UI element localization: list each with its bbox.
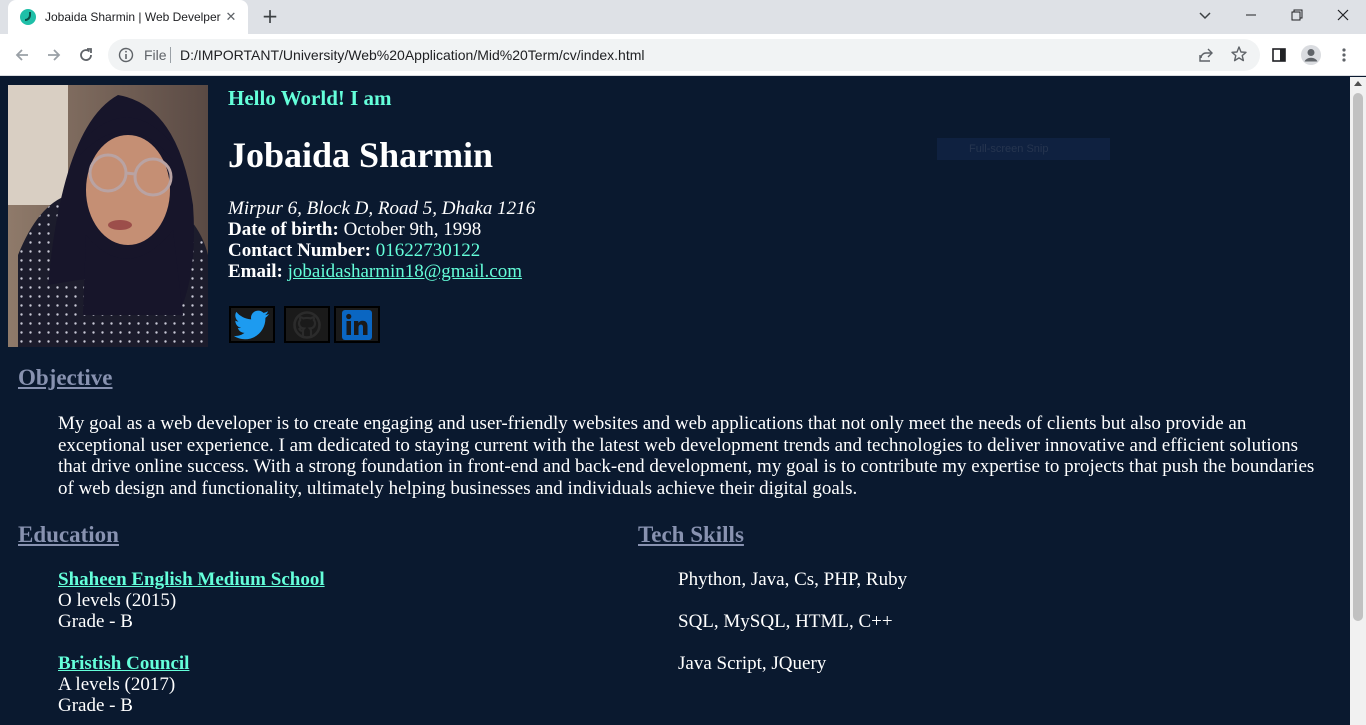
contact-label: Contact Number:: [228, 240, 372, 261]
page-viewport: Hello World! I am Jobaida Sharmin Mirpur…: [0, 77, 1350, 725]
more-menu-icon[interactable]: [1332, 43, 1356, 67]
skill-item: SQL, MySQL, HTML, C++: [678, 611, 893, 632]
bookmark-star-icon[interactable]: [1230, 45, 1248, 63]
dob-line: Date of birth: October 9th, 1998: [228, 219, 535, 240]
scrollbar-thumb[interactable]: [1353, 93, 1363, 621]
school-link[interactable]: Shaheen English Medium School: [58, 569, 325, 590]
address-bar[interactable]: File D:/IMPORTANT/University/Web%20Appli…: [108, 39, 1260, 71]
tab-search-chevron-down-icon[interactable]: [1182, 0, 1228, 30]
close-window-icon[interactable]: [1320, 0, 1366, 30]
education-grade: Grade - B: [58, 695, 133, 716]
email-label: Email:: [228, 261, 283, 282]
email-link[interactable]: jobaidasharmin18@gmail.com: [288, 261, 522, 282]
toolbar: File D:/IMPORTANT/University/Web%20Appli…: [0, 34, 1366, 76]
scroll-up-arrow-icon[interactable]: [1354, 81, 1362, 86]
minimize-icon[interactable]: [1228, 0, 1274, 30]
skill-item: Java Script, JQuery: [678, 653, 827, 674]
divider: [170, 47, 171, 63]
skill-item: Phython, Java, Cs, PHP, Ruby: [678, 569, 908, 590]
snip-overlay: Full-screen Snip: [937, 138, 1110, 160]
site-favicon-icon: [20, 9, 36, 25]
share-icon[interactable]: [1198, 47, 1214, 63]
greeting-text: Hello World! I am: [228, 86, 392, 110]
dob-label: Date of birth:: [228, 219, 339, 240]
education-heading: Education: [18, 522, 119, 547]
url-scheme-label: File: [144, 47, 167, 63]
restore-icon[interactable]: [1274, 0, 1320, 30]
contact-line: Contact Number: 01622730122: [228, 240, 535, 261]
side-panel-icon[interactable]: [1267, 43, 1291, 67]
twitter-icon: [234, 310, 269, 339]
linkedin-icon: [342, 309, 372, 340]
github-link[interactable]: [284, 306, 330, 343]
objective-text: My goal as a web developer is to create …: [58, 413, 1315, 499]
education-level: A levels (2017): [58, 674, 176, 695]
new-tab-button[interactable]: +: [258, 5, 282, 29]
education-item: Shaheen English Medium School O levels (…: [58, 569, 325, 632]
education-grade: Grade - B: [58, 611, 133, 632]
url-text[interactable]: D:/IMPORTANT/University/Web%20Applicatio…: [180, 39, 644, 71]
tab-title: Jobaida Sharmin | Web Develper: [45, 10, 221, 24]
browser-tab[interactable]: Jobaida Sharmin | Web Develper ✕: [8, 0, 248, 34]
github-icon: [293, 310, 321, 339]
reload-icon[interactable]: [74, 43, 98, 67]
twitter-link[interactable]: [229, 306, 275, 343]
school-link[interactable]: Bristish Council: [58, 653, 189, 674]
vertical-scrollbar[interactable]: [1350, 77, 1366, 725]
forward-arrow-icon[interactable]: [42, 43, 66, 67]
address: Mirpur 6, Block D, Road 5, Dhaka 1216: [228, 198, 536, 219]
profile-photo: [8, 85, 208, 347]
contact-number: 01622730122: [375, 240, 481, 261]
email-line: Email: jobaidasharmin18@gmail.com: [228, 261, 535, 282]
info-icon[interactable]: [118, 47, 134, 63]
tech-skills-heading: Tech Skills: [638, 522, 744, 547]
profile-avatar-icon[interactable]: [1299, 43, 1323, 67]
education-level: O levels (2015): [58, 590, 177, 611]
tab-close-icon[interactable]: ✕: [222, 10, 240, 25]
back-arrow-icon[interactable]: [10, 43, 34, 67]
objective-heading: Objective: [18, 365, 113, 390]
linkedin-link[interactable]: [334, 306, 380, 343]
page-title: Jobaida Sharmin: [228, 135, 494, 175]
tab-strip: Jobaida Sharmin | Web Develper ✕ +: [0, 0, 1366, 34]
contact-info: Mirpur 6, Block D, Road 5, Dhaka 1216 Da…: [228, 198, 535, 282]
dob-value: October 9th, 1998: [343, 219, 482, 240]
education-item: Bristish Council A levels (2017) Grade -…: [58, 653, 189, 716]
